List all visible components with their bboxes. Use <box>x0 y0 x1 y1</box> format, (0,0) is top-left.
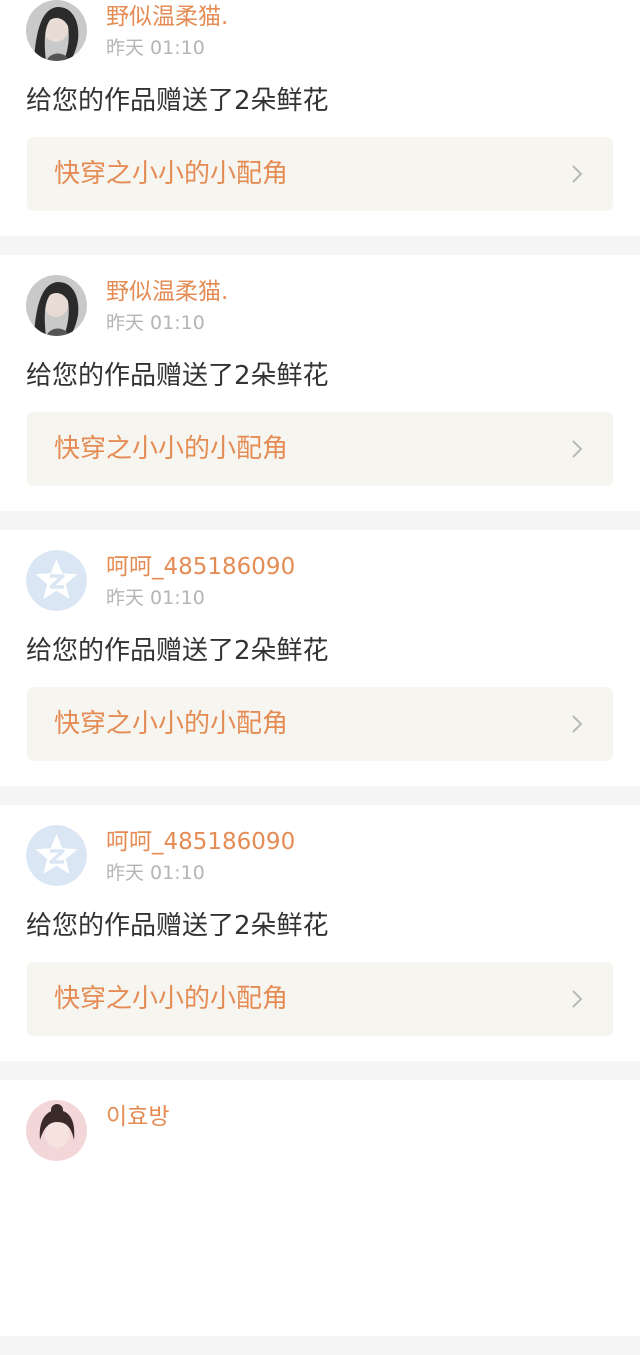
username[interactable]: 野似温柔猫. <box>106 275 228 309</box>
notification-feed: 野似温柔猫. 昨天 01:10 给您的作品赠送了2朵鲜花 快穿之小小的小配角 野… <box>0 0 640 1355</box>
username[interactable]: 野似温柔猫. <box>106 0 228 34</box>
notification-card: 野似温柔猫. 昨天 01:10 给您的作品赠送了2朵鲜花 快穿之小小的小配角 <box>0 0 640 236</box>
user-photo-icon <box>26 1100 87 1161</box>
timestamp: 昨天 01:10 <box>106 862 205 884</box>
avatar[interactable] <box>26 275 87 336</box>
default-star-avatar-icon <box>26 825 87 886</box>
gift-message: 给您的作品赠送了2朵鲜花 <box>26 636 329 666</box>
work-link[interactable]: 快穿之小小的小配角 <box>27 137 613 211</box>
work-link[interactable]: 快穿之小小的小配角 <box>27 412 613 486</box>
work-title: 快穿之小小的小配角 <box>54 709 289 739</box>
user-photo-icon <box>26 0 87 61</box>
chevron-right-icon <box>567 714 587 734</box>
user-photo-icon <box>26 275 87 336</box>
avatar[interactable] <box>26 825 87 886</box>
notification-card: 野似温柔猫. 昨天 01:10 给您的作品赠送了2朵鲜花 快穿之小小的小配角 <box>0 255 640 511</box>
timestamp: 昨天 01:10 <box>106 587 205 609</box>
default-star-avatar-icon <box>26 550 87 611</box>
avatar[interactable] <box>26 550 87 611</box>
timestamp: 昨天 01:10 <box>106 37 205 59</box>
gift-message: 给您的作品赠送了2朵鲜花 <box>26 361 329 391</box>
username[interactable]: 呵呵_485186090 <box>106 825 295 859</box>
avatar[interactable] <box>26 1100 87 1161</box>
timestamp: 昨天 01:10 <box>106 312 205 334</box>
gift-message: 给您的作品赠送了2朵鲜花 <box>26 86 329 116</box>
notification-card: 呵呵_485186090 昨天 01:10 给您的作品赠送了2朵鲜花 快穿之小小… <box>0 530 640 786</box>
gift-message: 给您的作品赠送了2朵鲜花 <box>26 911 329 941</box>
notification-card: 이효방 <box>0 1080 640 1336</box>
username[interactable]: 이효방 <box>106 1100 169 1134</box>
work-title: 快穿之小小的小配角 <box>54 434 289 464</box>
username[interactable]: 呵呵_485186090 <box>106 550 295 584</box>
notification-card: 呵呵_485186090 昨天 01:10 给您的作品赠送了2朵鲜花 快穿之小小… <box>0 805 640 1061</box>
avatar[interactable] <box>26 0 87 61</box>
work-link[interactable]: 快穿之小小的小配角 <box>27 687 613 761</box>
chevron-right-icon <box>567 439 587 459</box>
chevron-right-icon <box>567 164 587 184</box>
work-link[interactable]: 快穿之小小的小配角 <box>27 962 613 1036</box>
work-title: 快穿之小小的小配角 <box>54 984 289 1014</box>
work-title: 快穿之小小的小配角 <box>54 159 289 189</box>
chevron-right-icon <box>567 989 587 1009</box>
